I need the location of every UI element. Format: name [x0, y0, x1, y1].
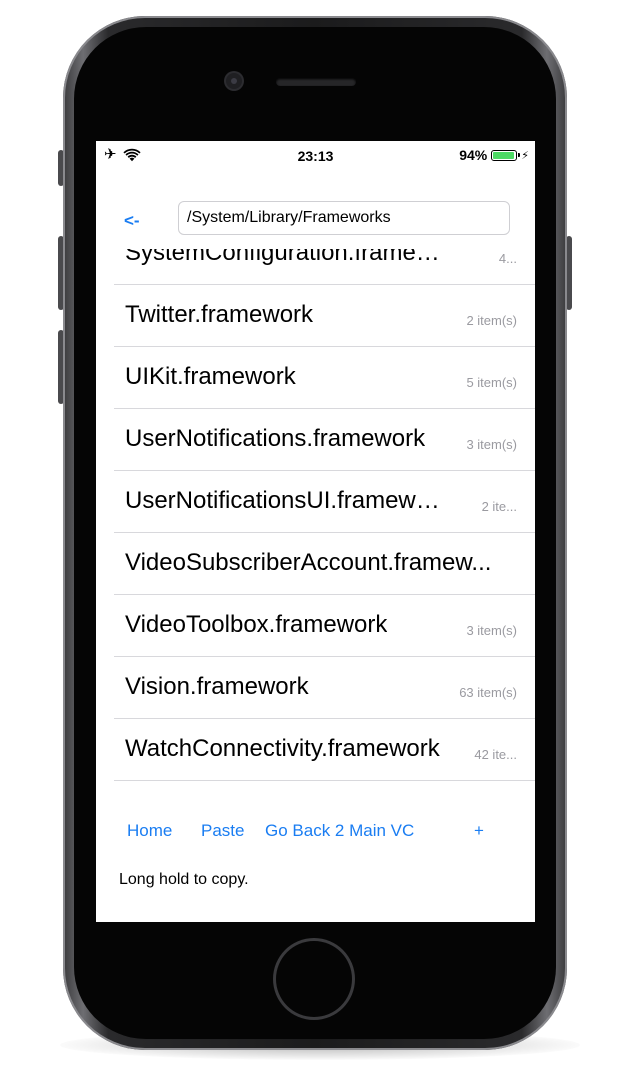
file-count: 3 item(s) [466, 437, 517, 452]
bolt-icon: ⚡ [521, 149, 529, 162]
file-name: Twitter.framework [125, 301, 314, 328]
file-name: VideoToolbox.framework [125, 611, 388, 638]
back-button[interactable]: <- [124, 211, 140, 231]
add-button[interactable]: + [474, 821, 484, 841]
file-name: UIKit.framework [125, 363, 296, 390]
nav-bar: <- [96, 197, 535, 241]
table-row[interactable]: WatchConnectivity.framework 42 ite... [114, 719, 535, 781]
table-row[interactable]: UserNotificationsUI.framework 2 ite... [114, 471, 535, 533]
battery-icon [491, 149, 521, 161]
file-name: Vision.framework [125, 673, 309, 700]
file-count: 2 ite... [481, 499, 517, 514]
file-name: WatchConnectivity.framework [125, 735, 440, 762]
home-button[interactable] [276, 941, 352, 1017]
status-right: 94% ⚡ [459, 147, 529, 163]
home-link-button[interactable]: Home [127, 821, 172, 841]
file-count: 42 ite... [474, 747, 517, 762]
table-row[interactable]: UserNotifications.framework 3 item(s) [114, 409, 535, 471]
bottom-toolbar: Home Paste Go Back 2 Main VC + [96, 819, 535, 843]
paste-button[interactable]: Paste [201, 821, 244, 841]
table-row[interactable]: Vision.framework 63 item(s) [114, 657, 535, 719]
file-count: 63 item(s) [459, 685, 517, 700]
file-count: 5 item(s) [466, 375, 517, 390]
table-row[interactable]: SystemConfiguration.framework 4... [114, 249, 535, 285]
go-back-main-vc-button[interactable]: Go Back 2 Main VC [265, 821, 414, 841]
file-count: 4... [498, 251, 517, 266]
table-row[interactable]: VideoToolbox.framework 3 item(s) [114, 595, 535, 657]
earpiece-speaker [276, 78, 356, 86]
status-bar: ✈ 23:13 94% ⚡ [96, 141, 535, 169]
file-name: UserNotifications.framework [125, 425, 426, 452]
path-input[interactable] [178, 201, 510, 235]
file-list-rows: SystemConfiguration.framework 4... Twitt… [114, 249, 535, 781]
file-name: VideoSubscriberAccount.framew... [125, 549, 492, 576]
file-name: UserNotificationsUI.framework [125, 487, 447, 514]
screen: ✈ 23:13 94% ⚡ <- SystemConfiguration.fra… [96, 141, 535, 922]
front-camera [226, 73, 242, 89]
battery-fill [493, 151, 514, 159]
table-row[interactable]: VideoSubscriberAccount.framew... [114, 533, 535, 595]
battery-percent: 94% [459, 147, 488, 163]
table-row[interactable]: UIKit.framework 5 item(s) [114, 347, 535, 409]
file-list[interactable]: SystemConfiguration.framework 4... Twitt… [114, 249, 535, 801]
hint-text: Long hold to copy. [119, 871, 249, 888]
table-row[interactable]: Twitter.framework 2 item(s) [114, 285, 535, 347]
file-count: 2 item(s) [466, 313, 517, 328]
file-count: 3 item(s) [466, 623, 517, 638]
file-name: SystemConfiguration.framework [125, 249, 447, 266]
